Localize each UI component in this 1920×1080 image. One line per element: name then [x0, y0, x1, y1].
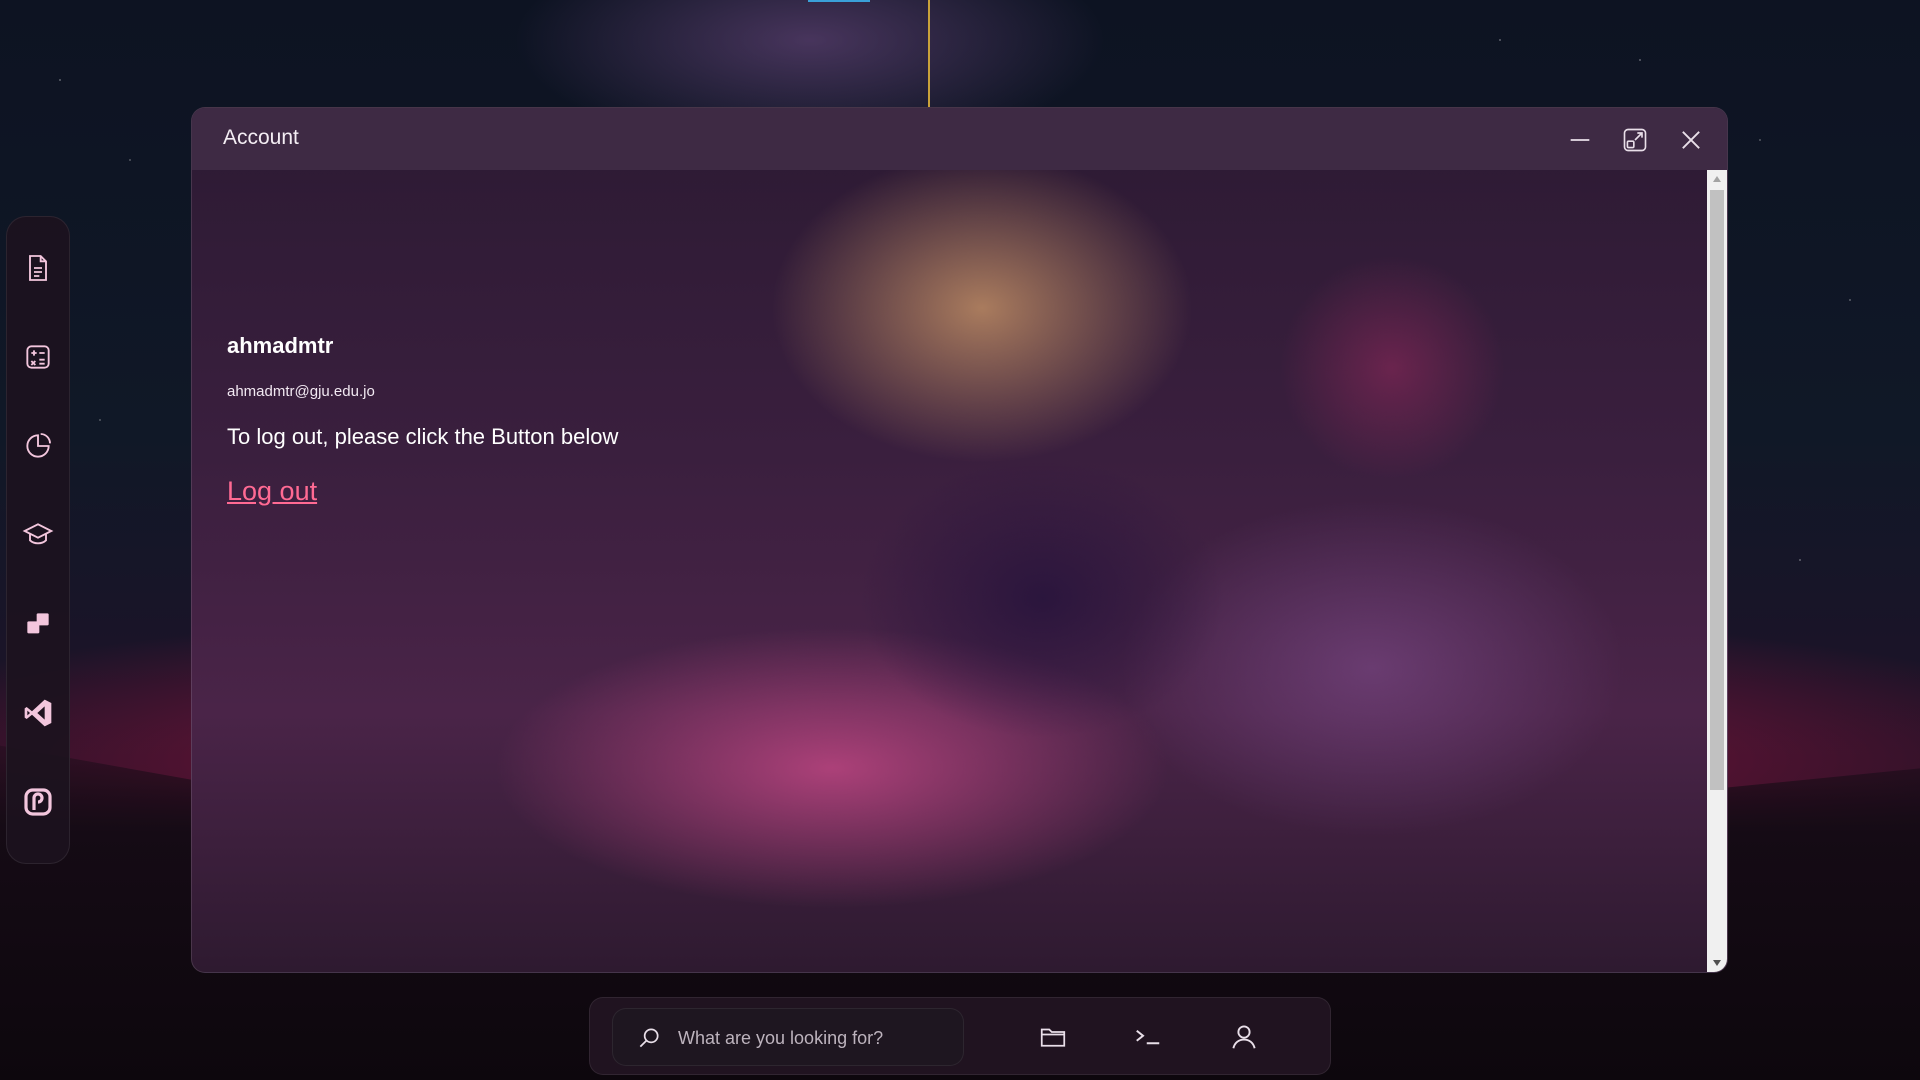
scroll-thumb[interactable] — [1710, 190, 1724, 790]
terminal-button[interactable] — [1131, 1020, 1165, 1054]
top-indicator — [808, 0, 870, 2]
triangle-down-icon — [1713, 960, 1721, 966]
terminal-icon — [1136, 1029, 1160, 1045]
app-p-icon — [24, 788, 52, 816]
maximize-icon — [1623, 128, 1647, 152]
search-box[interactable] — [612, 1008, 964, 1066]
content-scrollbar[interactable] — [1707, 170, 1727, 972]
minimize-icon — [1570, 139, 1590, 141]
dock-item-documents[interactable] — [19, 249, 57, 287]
app-dock — [6, 216, 70, 864]
close-button[interactable] — [1675, 124, 1707, 156]
chart-pie-icon — [26, 433, 51, 458]
account-window: Account ahmadmtr ahmadmtr@gju.edu.jo To … — [191, 107, 1728, 973]
account-button[interactable] — [1227, 1020, 1261, 1054]
close-icon — [1682, 131, 1700, 149]
document-icon — [29, 255, 47, 281]
files-button[interactable] — [1036, 1020, 1070, 1054]
user-icon — [1232, 1025, 1256, 1049]
account-username: ahmadmtr — [227, 333, 334, 358]
dock-item-calculator[interactable] — [19, 338, 57, 376]
dock-item-statistics[interactable] — [19, 427, 57, 465]
dock-item-education[interactable] — [19, 516, 57, 554]
folder-icon — [1040, 1028, 1066, 1047]
taskbar — [589, 997, 1331, 1075]
window-title: Account — [223, 126, 299, 149]
logout-instructions: To log out, please click the Button belo… — [227, 424, 619, 449]
minimize-button[interactable] — [1564, 124, 1596, 156]
calculator-icon — [26, 345, 50, 369]
account-email: ahmadmtr@gju.edu.jo — [227, 383, 375, 400]
scroll-down-arrow[interactable] — [1707, 954, 1727, 972]
dock-item-blocks[interactable] — [19, 605, 57, 643]
maximize-button[interactable] — [1619, 124, 1651, 156]
window-titlebar[interactable]: Account — [192, 108, 1727, 170]
scroll-up-arrow[interactable] — [1707, 170, 1727, 188]
triangle-up-icon — [1713, 176, 1721, 182]
dock-item-vscode[interactable] — [19, 694, 57, 732]
search-input[interactable] — [678, 1023, 948, 1053]
account-content: ahmadmtr ahmadmtr@gju.edu.jo To log out,… — [227, 170, 1697, 972]
graduation-cap-icon — [22, 523, 54, 545]
blocks-icon — [27, 613, 49, 634]
dock-item-app-p[interactable] — [19, 783, 57, 821]
top-divider-line — [928, 0, 930, 108]
search-icon — [639, 1028, 659, 1048]
logout-link[interactable]: Log out — [227, 476, 317, 507]
vscode-icon — [24, 699, 52, 727]
